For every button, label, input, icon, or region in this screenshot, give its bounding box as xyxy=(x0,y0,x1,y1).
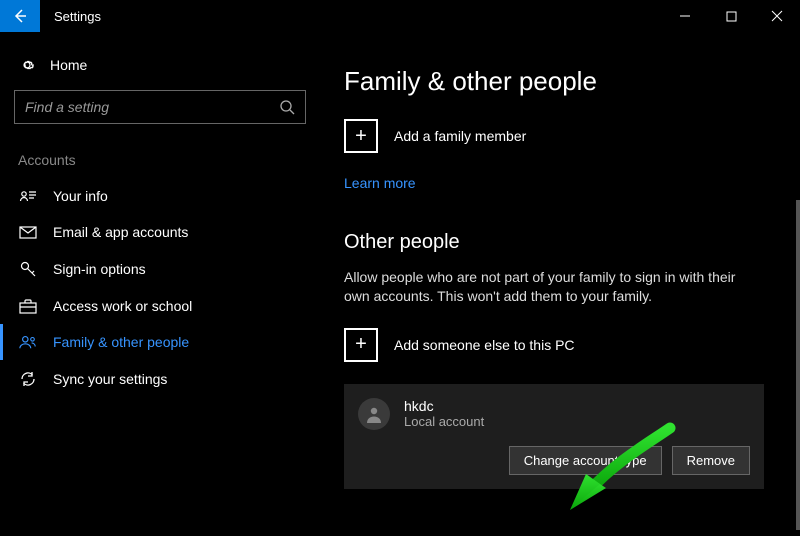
left-nav-pane: Home Accounts Your info Email & app acco… xyxy=(0,32,320,536)
account-panel: hkdc Local account Change account type R… xyxy=(344,384,764,489)
maximize-button[interactable] xyxy=(708,0,754,32)
account-name: hkdc xyxy=(404,398,484,414)
sync-icon xyxy=(19,370,37,388)
account-entry[interactable]: hkdc Local account xyxy=(358,398,750,430)
briefcase-icon xyxy=(19,299,37,314)
nav-home[interactable]: Home xyxy=(14,50,306,90)
arrow-left-icon xyxy=(12,8,28,24)
window-title: Settings xyxy=(40,9,101,24)
remove-button[interactable]: Remove xyxy=(672,446,750,475)
person-icon xyxy=(364,404,384,424)
nav-item-sync-settings[interactable]: Sync your settings xyxy=(0,360,306,398)
title-bar: Settings xyxy=(0,0,800,32)
nav-item-label: Email & app accounts xyxy=(53,224,302,240)
minimize-icon xyxy=(679,10,691,22)
nav-item-family-other-people[interactable]: Family & other people xyxy=(0,324,306,360)
nav-item-label: Sync your settings xyxy=(53,371,302,387)
close-icon xyxy=(771,10,783,22)
search-input[interactable] xyxy=(25,99,279,115)
change-account-type-button[interactable]: Change account type xyxy=(509,446,662,475)
people-icon xyxy=(19,334,37,350)
section-heading: Accounts xyxy=(14,152,306,168)
add-someone-label: Add someone else to this PC xyxy=(394,337,575,353)
add-family-member[interactable]: + Add a family member xyxy=(344,119,776,153)
learn-more-link[interactable]: Learn more xyxy=(344,175,776,191)
page-title: Family & other people xyxy=(344,66,776,97)
search-icon xyxy=(279,99,295,115)
plus-icon: + xyxy=(344,328,378,362)
nav-item-signin-options[interactable]: Sign-in options xyxy=(0,250,306,288)
minimize-button[interactable] xyxy=(662,0,708,32)
add-family-label: Add a family member xyxy=(394,128,526,144)
account-type: Local account xyxy=(404,414,484,429)
key-icon xyxy=(19,260,37,278)
other-people-heading: Other people xyxy=(344,231,776,254)
plus-icon: + xyxy=(344,119,378,153)
back-button[interactable] xyxy=(0,0,40,32)
close-button[interactable] xyxy=(754,0,800,32)
nav-home-label: Home xyxy=(50,57,87,73)
mail-icon xyxy=(19,226,37,239)
add-someone-else[interactable]: + Add someone else to this PC xyxy=(344,328,776,362)
avatar xyxy=(358,398,390,430)
id-card-icon xyxy=(19,189,37,203)
gear-icon xyxy=(18,56,36,74)
maximize-icon xyxy=(726,11,737,22)
content-pane: Family & other people + Add a family mem… xyxy=(320,32,800,536)
nav-item-your-info[interactable]: Your info xyxy=(0,178,306,214)
nav-item-access-work-school[interactable]: Access work or school xyxy=(0,288,306,324)
nav-item-label: Access work or school xyxy=(53,298,302,314)
nav-item-label: Family & other people xyxy=(53,334,302,350)
nav-item-label: Sign-in options xyxy=(53,261,302,277)
nav-item-email-accounts[interactable]: Email & app accounts xyxy=(0,214,306,250)
nav-item-label: Your info xyxy=(53,188,302,204)
search-box[interactable] xyxy=(14,90,306,124)
scrollbar[interactable] xyxy=(796,200,800,530)
window-controls xyxy=(662,0,800,32)
other-people-text: Allow people who are not part of your fa… xyxy=(344,268,764,306)
